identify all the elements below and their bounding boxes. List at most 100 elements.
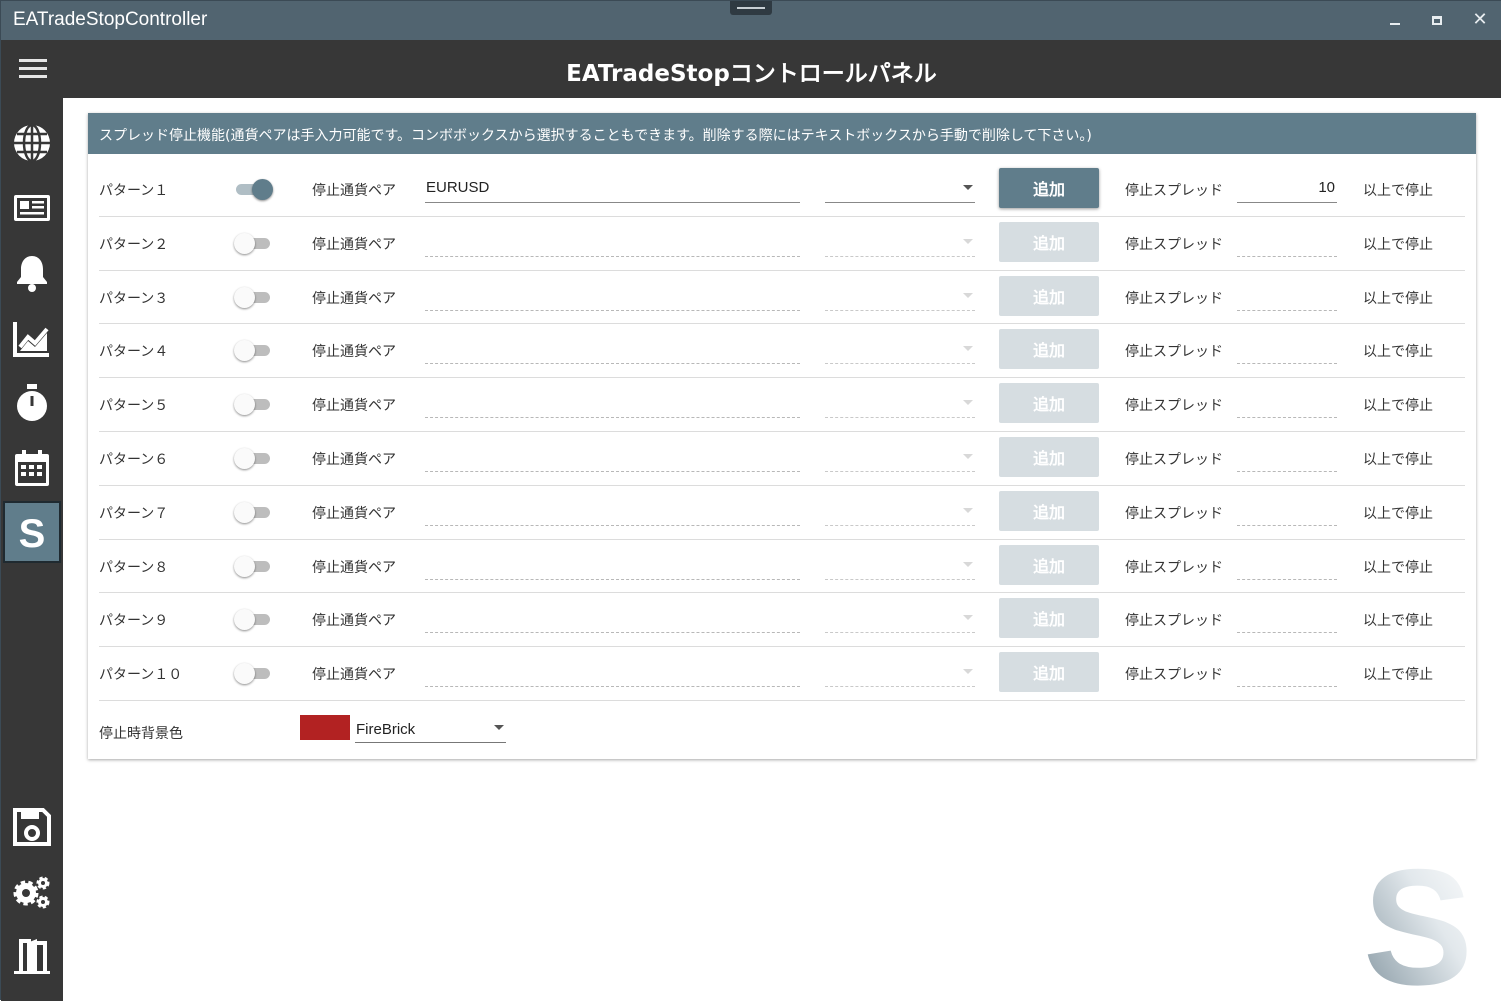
pair-combo[interactable]	[825, 388, 975, 419]
spread-label: 停止スプレッド	[1125, 559, 1223, 576]
add-button[interactable]: 追加	[999, 436, 1099, 477]
color-select[interactable]: FireBrick	[355, 715, 506, 743]
pattern-toggle[interactable]	[234, 340, 274, 362]
add-button[interactable]: 追加	[999, 490, 1099, 531]
pair-combo[interactable]	[825, 496, 975, 526]
pair-combo[interactable]	[825, 550, 975, 580]
pair-input[interactable]	[425, 441, 800, 472]
spread-input[interactable]	[1237, 226, 1337, 257]
add-button[interactable]: 追加	[999, 598, 1099, 639]
minimize-button[interactable]	[1382, 9, 1408, 31]
pattern-toggle[interactable]	[234, 501, 274, 523]
spread-stop-card: スプレッド停止機能(通貨ペアは手入力可能です。コンボボックスから選択することもで…	[88, 113, 1476, 759]
spread-input[interactable]	[1237, 441, 1337, 472]
chevron-down-icon	[963, 669, 973, 675]
stop-label: 以上で停止	[1363, 505, 1433, 522]
pair-input[interactable]	[425, 495, 800, 526]
chevron-down-icon	[963, 346, 973, 352]
spread-input[interactable]	[1237, 280, 1337, 311]
pattern-toggle[interactable]	[234, 232, 274, 254]
pattern-label: パターン４	[99, 344, 169, 361]
calendar-icon	[15, 450, 49, 486]
pattern-label: パターン１０	[99, 667, 183, 684]
save-icon	[13, 808, 51, 846]
nav-chart[interactable]	[3, 307, 61, 369]
pattern-toggle[interactable]	[234, 447, 274, 469]
pair-input[interactable]	[425, 388, 800, 419]
newspaper-icon	[14, 195, 50, 221]
spread-input[interactable]	[1237, 173, 1337, 203]
pair-combo[interactable]	[825, 281, 975, 311]
chevron-down-icon	[963, 561, 973, 567]
add-button[interactable]: 追加	[999, 275, 1099, 316]
svg-text:S: S	[19, 512, 46, 553]
pattern-toggle[interactable]	[234, 663, 274, 685]
pattern-toggle[interactable]	[234, 286, 274, 308]
add-button[interactable]: 追加	[999, 383, 1099, 424]
pattern-label: パターン７	[99, 505, 169, 522]
spread-input[interactable]	[1237, 603, 1337, 634]
spread-input[interactable]	[1237, 388, 1337, 419]
maximize-button[interactable]	[1424, 9, 1450, 31]
pair-label: 停止通貨ペア	[312, 613, 396, 630]
pattern-toggle[interactable]	[234, 609, 274, 631]
pattern-toggle[interactable]	[234, 179, 274, 200]
pair-label: 停止通貨ペア	[312, 344, 396, 361]
pair-label: 停止通貨ペア	[312, 236, 396, 253]
pattern-label: パターン５	[99, 398, 169, 415]
spread-label: 停止スプレッド	[1125, 398, 1223, 415]
main-content: スプレッド停止機能(通貨ペアは手入力可能です。コンボボックスから選択することもで…	[63, 98, 1501, 1001]
chevron-down-icon	[494, 725, 504, 730]
title-bar[interactable]: EATradeStopController ✕	[1, 1, 1501, 40]
nav-save[interactable]	[3, 796, 61, 858]
pattern-label: パターン６	[99, 451, 169, 468]
color-swatch	[300, 715, 350, 740]
pair-combo[interactable]	[825, 227, 975, 257]
nav-alerts[interactable]	[3, 242, 61, 304]
nav-exit[interactable]	[3, 925, 61, 987]
pair-label: 停止通貨ペア	[312, 559, 396, 576]
card-header: スプレッド停止機能(通貨ペアは手入力可能です。コンボボックスから選択することもで…	[88, 113, 1476, 154]
nav-globe[interactable]	[3, 112, 61, 174]
nav-timer[interactable]	[3, 372, 61, 434]
drag-grip-icon[interactable]	[730, 1, 772, 15]
close-button[interactable]: ✕	[1467, 9, 1493, 31]
pair-input[interactable]	[425, 334, 800, 365]
spread-input[interactable]	[1237, 549, 1337, 580]
pattern-row: パターン８ 停止通貨ペア 追加 停止スプレッド 以上で停止	[99, 540, 1465, 594]
spread-input[interactable]	[1237, 334, 1337, 365]
pattern-toggle[interactable]	[234, 394, 274, 416]
pair-input[interactable]	[425, 657, 800, 688]
pair-combo[interactable]	[825, 657, 975, 688]
add-button[interactable]: 追加	[999, 168, 1099, 208]
add-button[interactable]: 追加	[999, 221, 1099, 262]
pair-label: 停止通貨ペア	[312, 290, 396, 307]
stop-label: 以上で停止	[1363, 559, 1433, 576]
nav-settings[interactable]	[3, 860, 61, 922]
add-button[interactable]: 追加	[999, 544, 1099, 585]
sidebar: S	[1, 98, 63, 1001]
pattern-label: パターン８	[99, 559, 169, 576]
pair-combo[interactable]	[825, 442, 975, 472]
pair-input[interactable]	[425, 603, 800, 634]
add-button[interactable]: 追加	[999, 652, 1099, 693]
spread-input[interactable]	[1237, 657, 1337, 688]
pattern-row: パターン２ 停止通貨ペア 追加 停止スプレッド 以上で停止	[99, 217, 1465, 271]
add-button[interactable]: 追加	[999, 329, 1099, 370]
nav-spread[interactable]: S	[3, 501, 61, 563]
pair-combo[interactable]	[825, 334, 975, 365]
spread-input[interactable]	[1237, 495, 1337, 526]
pair-combo[interactable]	[825, 603, 975, 634]
pair-input[interactable]	[425, 549, 800, 580]
chevron-down-icon	[963, 453, 973, 459]
nav-calendar[interactable]	[3, 437, 61, 499]
pair-input[interactable]	[425, 226, 800, 257]
pair-input[interactable]	[425, 173, 800, 203]
pair-combo[interactable]	[825, 173, 975, 203]
pair-label: 停止通貨ペア	[312, 398, 396, 415]
nav-news[interactable]	[3, 177, 61, 239]
pattern-label: パターン９	[99, 613, 169, 630]
pattern-toggle[interactable]	[234, 555, 274, 577]
spread-label: 停止スプレッド	[1125, 613, 1223, 630]
pair-input[interactable]	[425, 280, 800, 311]
